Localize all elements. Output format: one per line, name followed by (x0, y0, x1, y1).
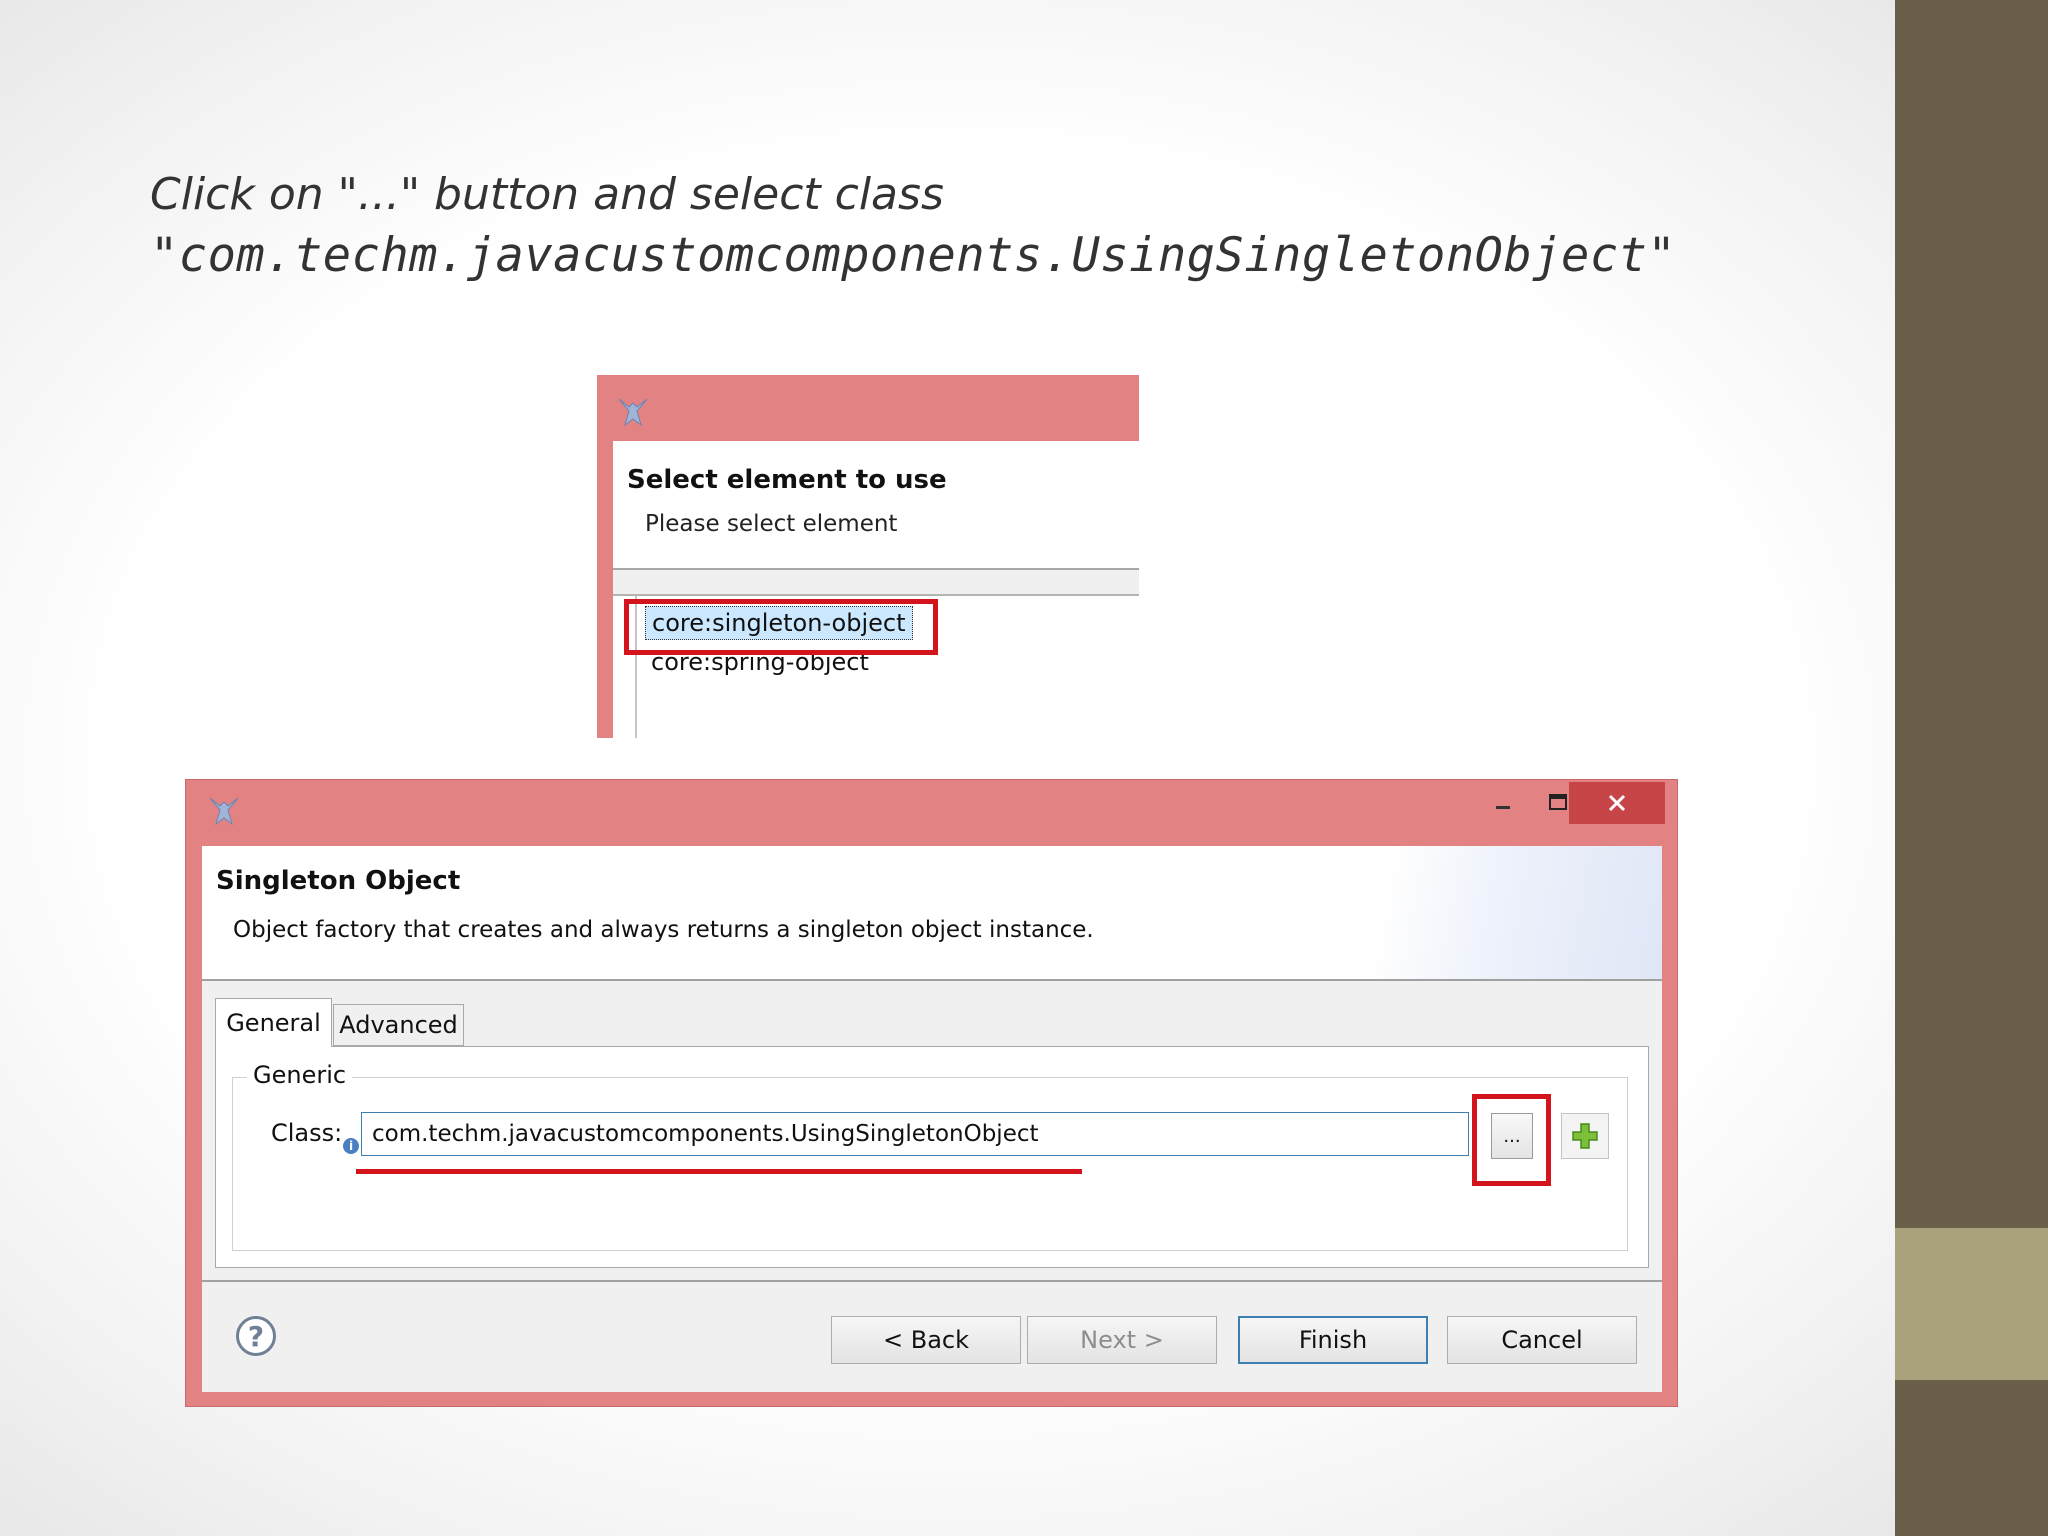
instruction-text: Click on "..." button and select class "… (150, 165, 1676, 287)
help-icon[interactable]: ? (236, 1316, 276, 1356)
plus-icon (1572, 1123, 1598, 1149)
dialog-title: Singleton Object (216, 866, 461, 896)
close-icon (1608, 794, 1626, 812)
select-dialog-titlebar (597, 375, 1139, 441)
element-list-header (613, 570, 1139, 596)
back-button[interactable]: < Back (831, 1316, 1021, 1364)
dialog-content: Singleton Object Object factory that cre… (202, 846, 1662, 1392)
general-tab-panel: Generic Class: i ... (215, 1046, 1649, 1268)
add-button[interactable] (1561, 1113, 1609, 1159)
eclipse-app-icon (209, 797, 239, 826)
singleton-object-dialog: Singleton Object Object factory that cre… (185, 779, 1678, 1407)
tab-advanced[interactable]: Advanced (333, 1004, 464, 1046)
instruction-line-1: Click on "..." button and select class (150, 169, 944, 220)
highlight-box-singleton-item (624, 599, 938, 655)
dialog-description: Object factory that creates and always r… (233, 917, 1094, 943)
dialog-header: Singleton Object Object factory that cre… (202, 846, 1662, 981)
close-button[interactable] (1569, 782, 1665, 824)
minimize-icon (1496, 806, 1510, 809)
info-icon: i (343, 1138, 359, 1154)
tab-general[interactable]: General (215, 998, 332, 1047)
highlight-box-browse-button (1472, 1094, 1551, 1186)
cancel-button[interactable]: Cancel (1447, 1316, 1637, 1364)
generic-group-label: Generic (247, 1061, 353, 1089)
class-input[interactable] (361, 1112, 1469, 1156)
select-dialog-subtitle: Please select element (645, 511, 898, 537)
minimize-button[interactable] (1476, 782, 1530, 824)
maximize-icon (1549, 794, 1567, 810)
select-element-dialog: Select element to use Please select elem… (597, 375, 1139, 738)
slide-sidebar-accent (1895, 1228, 2048, 1380)
select-dialog-heading: Select element to use (627, 465, 947, 495)
generic-group: Generic Class: i ... (232, 1061, 1628, 1251)
next-button[interactable]: Next > (1027, 1316, 1217, 1364)
eclipse-app-icon (618, 398, 648, 427)
dialog-footer: ? < Back Next > Finish Cancel (202, 1280, 1662, 1394)
finish-button[interactable]: Finish (1238, 1316, 1428, 1364)
select-dialog-body: Select element to use Please select elem… (613, 441, 1139, 738)
instruction-line-2: "com.techm.javacustomcomponents.UsingSin… (150, 228, 1677, 283)
highlight-underline-class (356, 1169, 1082, 1174)
class-label: Class: (271, 1119, 343, 1147)
